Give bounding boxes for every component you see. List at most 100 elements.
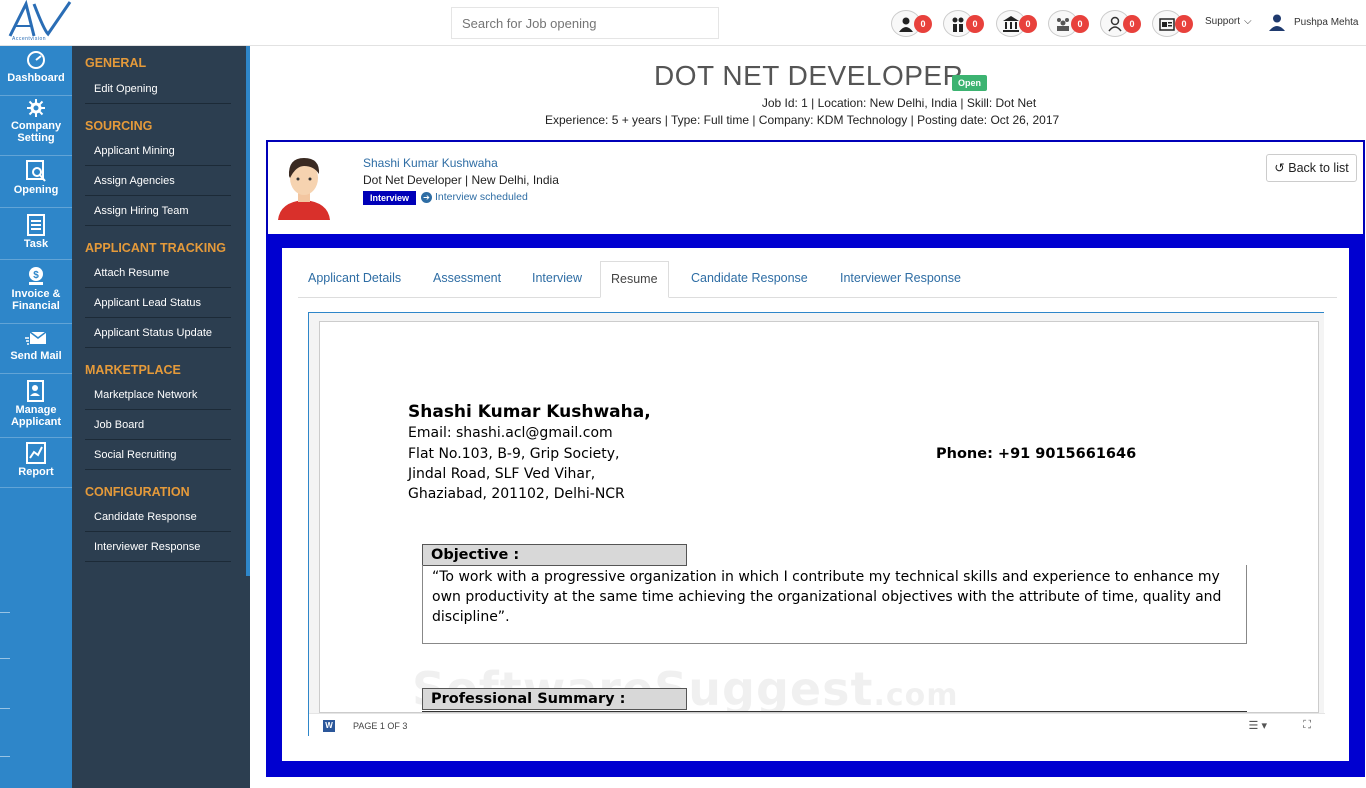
applicant-icon xyxy=(27,380,44,402)
notification-people[interactable]: 0 xyxy=(943,10,984,37)
menu-section-general: GENERAL xyxy=(85,56,147,70)
team-icon xyxy=(1057,18,1069,31)
viewer-menu-icon[interactable]: ☰ ▾ xyxy=(1249,719,1267,732)
notification-badge: 0 xyxy=(1123,15,1141,33)
back-to-list-button[interactable]: ↺ Back to list xyxy=(1266,154,1357,182)
icon-sidebar: Dashboard Company Setting Opening Task $… xyxy=(0,46,72,788)
resume-summary-heading: Professional Summary : xyxy=(422,688,687,710)
tab-candidate-response[interactable]: Candidate Response xyxy=(681,261,818,298)
tab-resume[interactable]: Resume xyxy=(600,261,669,298)
user-name[interactable]: Pushpa Mehta xyxy=(1294,17,1359,28)
details-panel: Applicant Details Assessment Interview R… xyxy=(282,248,1349,761)
candidate-role: Dot Net Developer | New Delhi, India xyxy=(363,173,559,187)
notification-team[interactable]: 0 xyxy=(1048,10,1089,37)
menu-item-assign-hiring-team[interactable]: Assign Hiring Team xyxy=(85,196,231,226)
arrow-circle-icon: ➔ xyxy=(421,192,432,203)
menu-item-attach-resume[interactable]: Attach Resume xyxy=(85,258,231,288)
page-count: PAGE 1 OF 3 xyxy=(353,721,408,731)
watermark-tld: .com xyxy=(873,678,959,713)
job-title: DOT NET DEVELOPER xyxy=(654,60,964,91)
notification-users[interactable]: 0 xyxy=(1100,10,1141,37)
candidate-name-link[interactable]: Shashi Kumar Kushwaha xyxy=(363,156,498,170)
back-label: Back to list xyxy=(1288,161,1349,175)
tab-bar: Applicant Details Assessment Interview R… xyxy=(298,261,1337,298)
bank-icon xyxy=(1003,16,1019,32)
dashboard-icon xyxy=(27,51,45,69)
tab-interview[interactable]: Interview xyxy=(522,261,592,298)
id-card-icon xyxy=(1159,18,1175,31)
nav-label: Invoice & xyxy=(11,288,61,300)
menu-item-applicant-mining[interactable]: Applicant Mining xyxy=(85,136,231,166)
menu-item-interviewer-response[interactable]: Interviewer Response xyxy=(85,532,231,562)
nav-label: Dashboard xyxy=(7,72,65,84)
nav-label-2: Applicant xyxy=(10,416,62,428)
nav-manage-applicant[interactable]: Manage Applicant xyxy=(0,380,72,438)
menu-item-applicant-status-update[interactable]: Applicant Status Update xyxy=(85,318,231,348)
notification-badge: 0 xyxy=(1019,15,1037,33)
resume-objective-heading: Objective : xyxy=(422,544,687,566)
user-avatar-icon[interactable] xyxy=(1268,13,1286,31)
tab-interviewer-response[interactable]: Interviewer Response xyxy=(830,261,971,298)
tab-applicant-details[interactable]: Applicant Details xyxy=(298,261,411,298)
app-logo[interactable]: Accentvision xyxy=(4,0,72,44)
candidate-avatar-icon xyxy=(278,158,330,220)
menu-item-job-board[interactable]: Job Board xyxy=(85,410,231,440)
menu-item-social-recruiting[interactable]: Social Recruiting xyxy=(85,440,231,470)
resume-page: Shashi Kumar Kushwaha, Email: shashi.acl… xyxy=(319,321,1319,713)
menu-item-assign-agencies[interactable]: Assign Agencies xyxy=(85,166,231,196)
resume-address-3: Ghaziabad, 201102, Delhi-NCR xyxy=(408,486,625,502)
nav-dashboard[interactable]: Dashboard xyxy=(0,50,72,96)
job-details-line-1: Job Id: 1 | Location: New Delhi, India |… xyxy=(0,96,1366,110)
nav-label: Opening xyxy=(13,184,59,196)
notification-person[interactable]: 0 xyxy=(891,10,932,37)
resume-email: Email: shashi.acl@gmail.com xyxy=(408,425,613,441)
undo-icon: ↺ xyxy=(1274,161,1285,175)
details-frame: Applicant Details Assessment Interview R… xyxy=(266,234,1365,777)
viewer-toolbar: W PAGE 1 OF 3 ☰ ▾ ⛶ xyxy=(309,713,1325,737)
menu-item-candidate-response[interactable]: Candidate Response xyxy=(85,502,231,532)
interview-scheduled-status: ➔ Interview scheduled xyxy=(421,191,528,203)
search-input[interactable] xyxy=(451,7,719,39)
divider xyxy=(0,612,10,613)
opening-menu: GENERAL Edit Opening SOURCING Applicant … xyxy=(72,46,250,788)
svg-text:$: $ xyxy=(33,270,39,281)
nav-opening[interactable]: Opening xyxy=(0,160,72,208)
support-menu[interactable]: Support ⌵ xyxy=(1205,16,1252,27)
resume-objective-text: “To work with a progressive organization… xyxy=(432,569,1222,625)
notification-bank[interactable]: 0 xyxy=(996,10,1037,37)
fullscreen-icon[interactable]: ⛶ xyxy=(1303,719,1311,732)
tab-assessment[interactable]: Assessment xyxy=(423,261,511,298)
notification-id-card[interactable]: 0 xyxy=(1152,10,1193,37)
resume-address-1: Flat No.103, B-9, Grip Society, xyxy=(408,446,620,462)
document-viewer[interactable]: Shashi Kumar Kushwaha, Email: shashi.acl… xyxy=(308,312,1325,737)
nav-send-mail[interactable]: Send Mail xyxy=(0,330,72,374)
money-icon: $ xyxy=(29,267,43,285)
support-label: Support xyxy=(1205,16,1241,27)
divider xyxy=(0,708,10,709)
candidate-card: Shashi Kumar Kushwaha Dot Net Developer … xyxy=(266,140,1365,236)
menu-section-sourcing: SOURCING xyxy=(85,119,153,133)
divider xyxy=(0,756,10,757)
menu-scrollbar[interactable] xyxy=(246,46,250,576)
people-icon xyxy=(952,17,964,32)
notification-badge: 0 xyxy=(966,15,984,33)
nav-label: Report xyxy=(18,466,54,478)
nav-label-2: Financial xyxy=(12,300,60,312)
menu-section-applicant-tracking: APPLICANT TRACKING xyxy=(85,241,226,255)
nav-task[interactable]: Task xyxy=(0,214,72,260)
status-badge: Open xyxy=(952,75,987,91)
menu-item-applicant-lead-status[interactable]: Applicant Lead Status xyxy=(85,288,231,318)
nav-label: Company xyxy=(10,120,62,132)
users-icon xyxy=(1108,16,1122,32)
nav-label: Send Mail xyxy=(10,350,62,362)
task-icon xyxy=(27,214,45,236)
menu-section-marketplace: MARKETPLACE xyxy=(85,363,181,377)
nav-invoice-financial[interactable]: $ Invoice & Financial xyxy=(0,266,72,324)
person-icon xyxy=(899,17,913,32)
menu-item-marketplace-network[interactable]: Marketplace Network xyxy=(85,380,231,410)
interview-status-text: Interview scheduled xyxy=(435,191,528,203)
nav-report[interactable]: Report xyxy=(0,442,72,488)
stage-badge: Interview xyxy=(363,191,416,205)
resume-address-2: Jindal Road, SLF Ved Vihar, xyxy=(408,466,596,482)
mail-icon xyxy=(25,331,47,345)
